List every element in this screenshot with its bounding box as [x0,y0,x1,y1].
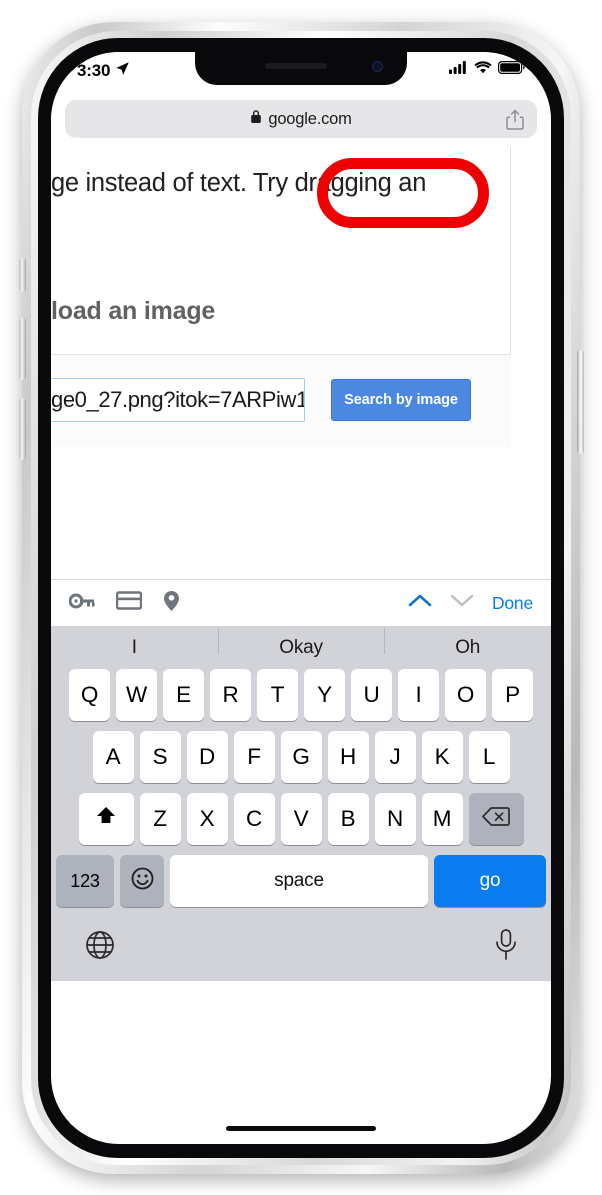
key-y[interactable]: Y [304,669,345,721]
key-c[interactable]: C [233,793,275,845]
backspace-icon [481,806,510,833]
phone-screen: 3:30 google.com ge instead of text. Try … [51,52,551,1144]
key-h[interactable]: H [327,731,369,783]
address-bar-content: google.com [65,109,537,129]
microphone-icon[interactable] [495,929,517,965]
image-url-input[interactable]: ge0_27.png?itok=7ARPiw1H [51,378,305,422]
status-bar-left: 3:30 [77,61,130,81]
predictive-text-bar: I Okay Oh [51,626,551,669]
key-z[interactable]: Z [139,793,181,845]
key-t[interactable]: T [257,669,298,721]
prediction-2[interactable]: Okay [217,627,385,659]
prediction-1[interactable]: I [51,637,218,659]
battery-full-icon [498,61,525,79]
cellular-signal-icon [449,61,468,79]
url-text: google.com [268,109,352,128]
autofill-icons [68,590,180,617]
key-w[interactable]: W [116,669,157,721]
wifi-icon [474,61,492,79]
lock-icon [250,109,262,129]
upload-image-heading: load an image [51,297,216,325]
key-k[interactable]: K [421,731,463,783]
screenshot-root: 3:30 google.com ge instead of text. Try … [0,0,602,1195]
key-q[interactable]: Q [69,669,110,721]
space-key[interactable]: space [170,855,428,907]
location-arrow-icon [115,61,130,81]
key-b[interactable]: B [327,793,369,845]
key-icon[interactable] [68,592,95,615]
home-indicator[interactable] [226,1126,376,1131]
key-g[interactable]: G [280,731,322,783]
key-u[interactable]: U [351,669,392,721]
volume-up-button[interactable] [19,318,26,380]
key-d[interactable]: D [186,731,228,783]
browser-toolbar: google.com [51,96,551,147]
upload-row: ge0_27.png?itok=7ARPiw1H Search by image [51,355,511,447]
emoji-key[interactable] [120,855,164,907]
power-button[interactable] [577,350,584,454]
shift-key[interactable] [78,793,134,845]
delete-key[interactable] [468,793,524,845]
key-f[interactable]: F [233,731,275,783]
keyboard-row-4: 123 space go [51,855,551,907]
key-i[interactable]: I [398,669,439,721]
status-time: 3:30 [77,61,111,80]
keyboard-row-3: Z X C V B N M [51,793,551,845]
keyboard-accessory-bar: Done [51,579,551,626]
key-l[interactable]: L [468,731,510,783]
key-n[interactable]: N [374,793,416,845]
earpiece-speaker [265,63,328,69]
key-s[interactable]: S [139,731,181,783]
key-r[interactable]: R [210,669,251,721]
status-bar-right [449,61,525,79]
shift-arrow-icon [94,804,118,834]
credit-card-icon[interactable] [115,591,143,615]
space-key-label: space [274,870,324,891]
mute-switch[interactable] [19,258,26,292]
done-button[interactable]: Done [492,593,533,614]
key-o[interactable]: O [445,669,486,721]
field-navigation: Done [408,593,533,614]
map-pin-icon[interactable] [163,590,180,617]
volume-down-button[interactable] [19,398,26,460]
search-by-image-button[interactable]: Search by image [331,379,471,421]
globe-icon[interactable] [85,930,115,965]
smiley-icon [131,867,154,896]
key-p[interactable]: P [492,669,533,721]
key-v[interactable]: V [280,793,322,845]
address-bar[interactable]: google.com [65,100,537,138]
notch [195,52,407,85]
chevron-up-icon[interactable] [408,593,432,613]
keyboard-row-1: Q W E R T Y U I O P [51,669,551,721]
keyboard-row-2: A S D F G H J K L [51,731,551,783]
instruction-paragraph: ge instead of text. Try dragging an [51,169,427,197]
on-screen-keyboard: I Okay Oh Q W E R T Y U I O P A S D F G … [51,626,551,1131]
prediction-3[interactable]: Oh [384,627,551,659]
google-images-panel: ge instead of text. Try dragging an load… [51,147,511,447]
key-x[interactable]: X [186,793,228,845]
keyboard-bottom-bar [51,917,551,977]
chevron-down-icon [450,593,474,613]
go-key[interactable]: go [434,855,546,907]
key-a[interactable]: A [92,731,134,783]
front-camera [372,61,383,72]
numbers-key[interactable]: 123 [56,855,114,907]
share-icon[interactable] [505,108,525,130]
key-m[interactable]: M [421,793,463,845]
web-page-content: ge instead of text. Try dragging an load… [51,147,551,579]
key-e[interactable]: E [163,669,204,721]
key-j[interactable]: J [374,731,416,783]
